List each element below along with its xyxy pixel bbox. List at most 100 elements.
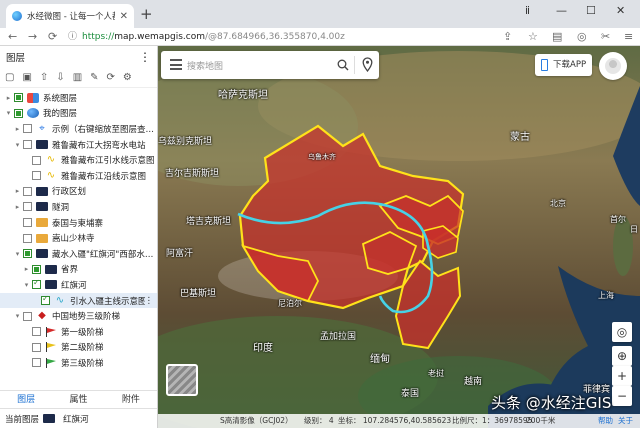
share-icon[interactable]: ⇪ xyxy=(503,29,512,45)
forward-icon[interactable]: → xyxy=(28,29,37,45)
add-layer-icon[interactable]: ▢ xyxy=(5,72,14,84)
layer-row[interactable]: 第二级阶梯 xyxy=(0,340,157,356)
export-icon[interactable]: ⇩ xyxy=(56,72,64,84)
maximize-icon[interactable]: ☐ xyxy=(586,4,596,17)
status-item[interactable]: 关于 xyxy=(618,414,633,428)
back-icon[interactable]: ← xyxy=(8,29,17,45)
layer-row[interactable]: ▾ 我的图层 xyxy=(0,106,157,122)
settings-icon[interactable]: ⚙ xyxy=(123,72,132,84)
more-options-icon[interactable]: ⋮ xyxy=(139,50,151,64)
layer-visibility-checkbox[interactable] xyxy=(32,171,41,181)
edit-icon[interactable]: ✎ xyxy=(90,72,98,84)
layer-row[interactable]: 第三级阶梯 xyxy=(0,355,157,371)
expand-icon[interactable]: ▸ xyxy=(13,203,22,211)
row-menu-icon[interactable]: ⋮ xyxy=(145,296,158,306)
globe-icon xyxy=(27,108,39,119)
collapse-icon[interactable]: ▾ xyxy=(13,141,22,149)
layer-row[interactable]: ▸ 行政区划 xyxy=(0,184,157,200)
zoom-out-button[interactable]: − xyxy=(612,386,632,406)
layer-visibility-checkbox[interactable] xyxy=(32,327,41,337)
layer-visibility-checkbox[interactable] xyxy=(23,249,32,259)
collapse-icon[interactable]: ▾ xyxy=(13,312,22,320)
wave2-icon: ∿ xyxy=(55,294,65,306)
expand-icon[interactable]: ▸ xyxy=(13,125,22,133)
extensions-icon[interactable]: ▤ xyxy=(552,29,562,45)
layer-visibility-checkbox[interactable] xyxy=(14,93,23,103)
minimize-icon[interactable]: — xyxy=(556,4,567,17)
search-icon[interactable] xyxy=(337,59,349,71)
download-app-button[interactable]: 下载APP xyxy=(535,54,592,76)
layer-visibility-checkbox[interactable] xyxy=(23,311,32,321)
new-tab-icon[interactable]: + xyxy=(140,6,153,22)
layer-visibility-checkbox[interactable] xyxy=(14,108,23,118)
collapse-icon[interactable]: ▾ xyxy=(4,109,13,117)
layer-row[interactable]: 第一级阶梯 xyxy=(0,324,157,340)
layer-row[interactable]: ∿ 引水入疆主线示意图⋮ xyxy=(0,292,158,309)
cut-icon[interactable]: ✂ xyxy=(601,29,610,45)
layer-row[interactable]: 泰国与柬埔寨 xyxy=(0,215,157,231)
layer-label: 中国地势三级阶梯 xyxy=(52,312,121,323)
layer-row[interactable]: ▾ 红旗河 xyxy=(0,277,157,293)
new-folder-icon[interactable]: ▣ xyxy=(22,72,31,84)
layer-visibility-checkbox[interactable] xyxy=(32,358,41,368)
layer-row[interactable]: ▾ 藏水入疆"红旗河"西部水… xyxy=(0,246,157,262)
layer-row[interactable]: ▾ ◆ 中国地势三级阶梯 xyxy=(0,308,157,324)
tab-attributes[interactable]: 属性 xyxy=(52,391,104,408)
layer-visibility-checkbox[interactable] xyxy=(23,140,32,150)
close-window-icon[interactable]: ✕ xyxy=(616,4,625,17)
menu-icon[interactable]: ≡ xyxy=(624,29,633,45)
site-info-icon[interactable]: ⓘ xyxy=(68,29,77,45)
layer-visibility-checkbox[interactable] xyxy=(23,186,32,196)
import-icon[interactable]: ⇧ xyxy=(40,72,48,84)
layer-row[interactable]: ▾ 雅鲁藏布江大拐弯水电站 xyxy=(0,137,157,153)
compass-icon[interactable]: ◎ xyxy=(612,322,632,342)
collapse-icon[interactable]: ▾ xyxy=(22,281,31,289)
layer-visibility-checkbox[interactable] xyxy=(32,342,41,352)
layer-visibility-checkbox[interactable] xyxy=(41,294,50,306)
hamburger-menu-icon[interactable] xyxy=(170,59,182,70)
layer-row[interactable]: ∿ 雅鲁藏布江引水线示意图 xyxy=(0,152,157,168)
folder-icon xyxy=(36,202,48,212)
basemap-switcher[interactable] xyxy=(166,364,198,396)
close-tab-icon[interactable]: ✕ xyxy=(120,11,128,22)
expand-icon[interactable]: ▸ xyxy=(22,265,31,273)
layer-visibility-checkbox[interactable] xyxy=(23,218,32,228)
map-canvas[interactable]: 哈萨克斯坦 乌鲁木齐 吉尔吉斯斯坦 乌兹别克斯坦 塔吉克斯坦 蒙古 阿富汗 巴基斯坦 尼泊尔 印度… xyxy=(158,46,640,428)
delete-icon[interactable]: ▥ xyxy=(73,72,82,84)
status-item[interactable]: 帮助 xyxy=(598,414,613,428)
layer-row[interactable]: 嵩山少林寺 xyxy=(0,230,157,246)
browser-tab[interactable]: 水经微图 - 让每一个人都有自 ✕ xyxy=(6,4,134,28)
layer-visibility-checkbox[interactable] xyxy=(32,278,41,290)
layer-row[interactable]: ∿ 雅鲁藏布江沿线示意图 xyxy=(0,168,157,184)
reload-icon[interactable]: ⟳ xyxy=(48,29,57,45)
user-avatar[interactable] xyxy=(599,52,627,80)
collapse-icon[interactable]: ▾ xyxy=(13,250,22,258)
layer-visibility-checkbox[interactable] xyxy=(23,233,32,243)
layer-visibility-checkbox[interactable] xyxy=(32,264,41,274)
map-place-label: 哈萨克斯坦 xyxy=(218,90,268,101)
layer-row[interactable]: ▸ 省界 xyxy=(0,262,157,278)
reader-icon[interactable]: ⅱ xyxy=(525,4,530,17)
flag-icon xyxy=(45,326,57,337)
locate-icon[interactable]: ⊕ xyxy=(612,346,632,366)
address-bar[interactable]: https://map.wemapgis.com/@87.684966,36.3… xyxy=(82,30,482,44)
layer-label: 嵩山少林寺 xyxy=(52,234,95,245)
layer-visibility-checkbox[interactable] xyxy=(32,155,41,165)
layer-row[interactable]: ▸ ⌖ 示例（右键缩放至图层查… xyxy=(0,121,157,137)
zoom-in-button[interactable]: + xyxy=(612,366,632,386)
layer-row[interactable]: ▸ 系统图层 xyxy=(0,90,157,106)
location-pin-icon[interactable] xyxy=(362,57,373,72)
expand-icon[interactable]: ▸ xyxy=(4,94,13,102)
profile-icon[interactable]: ◎ xyxy=(577,29,587,45)
layer-visibility-checkbox[interactable] xyxy=(23,124,32,134)
tab-layers[interactable]: 图层 xyxy=(0,391,52,408)
bookmark-star-icon[interactable]: ☆ xyxy=(528,29,538,45)
current-layer-value[interactable]: 红旗河 xyxy=(63,413,89,425)
refresh-icon[interactable]: ⟳ xyxy=(107,72,115,84)
expand-icon[interactable]: ▸ xyxy=(13,187,22,195)
map-search-box[interactable]: 搜索地图 xyxy=(161,51,379,79)
layer-row[interactable]: ▸ 隧洞 xyxy=(0,199,157,215)
layer-visibility-checkbox[interactable] xyxy=(23,202,32,212)
tab-attachments[interactable]: 附件 xyxy=(105,391,157,408)
status-item: 级别： 4 xyxy=(304,416,334,425)
